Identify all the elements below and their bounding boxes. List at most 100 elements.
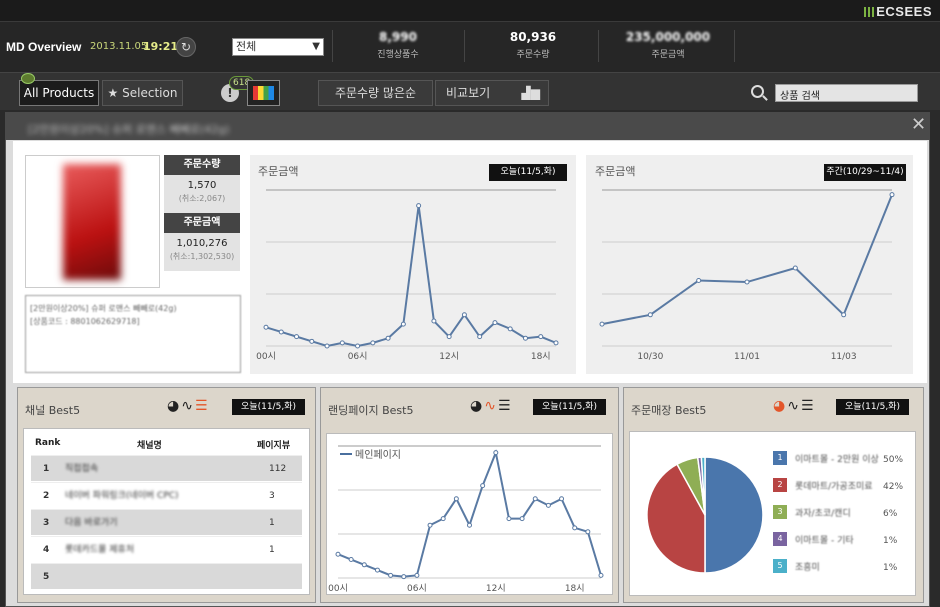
data-point[interactable]	[400, 321, 406, 327]
data-point[interactable]	[841, 312, 847, 318]
period-badge[interactable]: 오늘(11/5,화)	[533, 399, 606, 415]
legend-percent: 42%	[883, 482, 904, 492]
data-point[interactable]	[309, 338, 315, 344]
data-point[interactable]	[370, 340, 376, 346]
data-point[interactable]	[416, 203, 422, 209]
table-row[interactable]: 3 다음 바로가기 1	[31, 509, 302, 535]
refresh-icon[interactable]: ↻	[176, 37, 196, 57]
data-point[interactable]	[538, 334, 544, 340]
view-toggle-icons[interactable]: ◕∿☰	[470, 398, 513, 414]
view-toggle-icons[interactable]: ◕∿☰	[773, 398, 816, 414]
data-point[interactable]	[559, 496, 565, 502]
data-point[interactable]	[647, 312, 653, 318]
data-point[interactable]	[361, 562, 367, 568]
data-point[interactable]	[348, 557, 354, 563]
data-point[interactable]	[492, 320, 498, 326]
pie-chart-icon[interactable]: ◕	[470, 398, 484, 414]
legend-label: 이마트몰 - 2만원 이상	[795, 455, 879, 465]
list-icon[interactable]: ☰	[801, 398, 816, 414]
data-point[interactable]	[388, 572, 394, 578]
data-point[interactable]	[446, 334, 452, 340]
data-point[interactable]	[431, 318, 437, 324]
data-point[interactable]	[519, 516, 525, 522]
brand-logo[interactable]: ECSEES	[864, 4, 932, 19]
header-date: 2013.11.05	[90, 41, 148, 52]
period-badge[interactable]: 오늘(11/5,화)	[232, 399, 305, 415]
series-line	[337, 449, 602, 578]
pie-slice[interactable]	[704, 456, 764, 574]
data-point[interactable]	[532, 496, 538, 502]
stat-order-qty: 80,936 주문수량	[509, 30, 557, 60]
pie-chart-icon[interactable]: ◕	[167, 398, 181, 414]
series-line	[601, 194, 893, 326]
data-point[interactable]	[427, 522, 433, 528]
data-point[interactable]	[599, 321, 605, 327]
compare-button[interactable]: 비교보기 ▟▆	[435, 80, 549, 106]
divider	[464, 30, 465, 62]
legend-swatch: 4	[773, 532, 787, 546]
data-point[interactable]	[477, 334, 483, 340]
period-badge[interactable]: 주간(10/29~11/4)	[824, 164, 906, 181]
list-icon[interactable]: ☰	[498, 398, 513, 414]
data-point[interactable]	[696, 277, 702, 283]
line-chart-icon[interactable]: ∿	[484, 398, 498, 414]
data-point[interactable]	[385, 335, 391, 341]
data-point[interactable]	[522, 335, 528, 341]
color-palette-button[interactable]	[247, 80, 280, 106]
data-point[interactable]	[461, 312, 467, 318]
data-point[interactable]	[598, 572, 604, 578]
data-point[interactable]	[440, 516, 446, 522]
data-point[interactable]	[401, 574, 407, 580]
table-row[interactable]: 4 롯데카드몰 제휴처 1	[31, 536, 302, 562]
tab-selection[interactable]: ★ Selection	[102, 80, 183, 106]
data-point[interactable]	[507, 326, 513, 332]
legend-item[interactable]: 5 조흥미 1%	[773, 559, 913, 577]
data-point[interactable]	[480, 483, 486, 489]
legend-label: 과자/초코/캔디	[795, 509, 851, 519]
tab-all-products[interactable]: All Products	[19, 80, 99, 106]
data-point[interactable]	[545, 502, 551, 508]
data-point[interactable]	[453, 496, 459, 502]
data-point[interactable]	[339, 340, 345, 346]
tick-label: 12시	[486, 583, 506, 594]
data-point[interactable]	[506, 516, 512, 522]
data-point[interactable]	[324, 343, 330, 349]
table-row[interactable]: 1 직접접속 112	[31, 455, 302, 481]
view-toggle-icons[interactable]: ◕∿☰	[167, 398, 210, 414]
search-icon[interactable]	[751, 85, 764, 98]
data-point[interactable]	[294, 334, 300, 340]
sort-button[interactable]: 주문수량 많은순	[318, 80, 433, 106]
legend-item[interactable]: 4 이마트몰 - 기타 1%	[773, 532, 913, 550]
rank-cell: 1	[43, 464, 50, 474]
data-point[interactable]	[374, 567, 380, 573]
line-chart-icon[interactable]: ∿	[787, 398, 801, 414]
data-point[interactable]	[414, 572, 420, 578]
table-row[interactable]: 5	[31, 563, 302, 589]
data-point[interactable]	[744, 279, 750, 285]
line-chart-icon[interactable]: ∿	[181, 398, 195, 414]
legend-item[interactable]: 2 롯데마트/가공조미료 42%	[773, 478, 913, 496]
data-point[interactable]	[278, 329, 284, 335]
data-point[interactable]	[553, 340, 559, 346]
data-point[interactable]	[467, 522, 472, 528]
data-point[interactable]	[585, 529, 591, 535]
period-badge[interactable]: 오늘(11/5,화)	[489, 164, 567, 181]
close-icon[interactable]: ✕	[911, 116, 926, 134]
pie-chart-icon[interactable]: ◕	[773, 398, 787, 414]
search-input[interactable]: 상품 검색	[775, 84, 918, 102]
data-point[interactable]	[263, 324, 269, 330]
data-point[interactable]	[335, 551, 341, 557]
legend-item[interactable]: 3 과자/초코/캔디 6%	[773, 505, 913, 523]
legend-item[interactable]: 1 이마트몰 - 2만원 이상 50%	[773, 451, 913, 469]
data-point[interactable]	[355, 343, 361, 349]
line-chart-today: 00시 06시 12시 18시	[256, 189, 559, 362]
store-select[interactable]: 전체 ▼	[232, 38, 324, 56]
pageview-cell: 1	[269, 545, 275, 555]
data-point[interactable]	[572, 525, 578, 531]
table-row[interactable]: 2 네이버 파워링크(네이버 CPC) 3	[31, 482, 302, 508]
period-badge[interactable]: 오늘(11/5,화)	[836, 399, 909, 415]
data-point[interactable]	[493, 450, 499, 456]
data-point[interactable]	[889, 192, 895, 198]
list-icon[interactable]: ☰	[195, 398, 210, 414]
data-point[interactable]	[792, 265, 798, 271]
